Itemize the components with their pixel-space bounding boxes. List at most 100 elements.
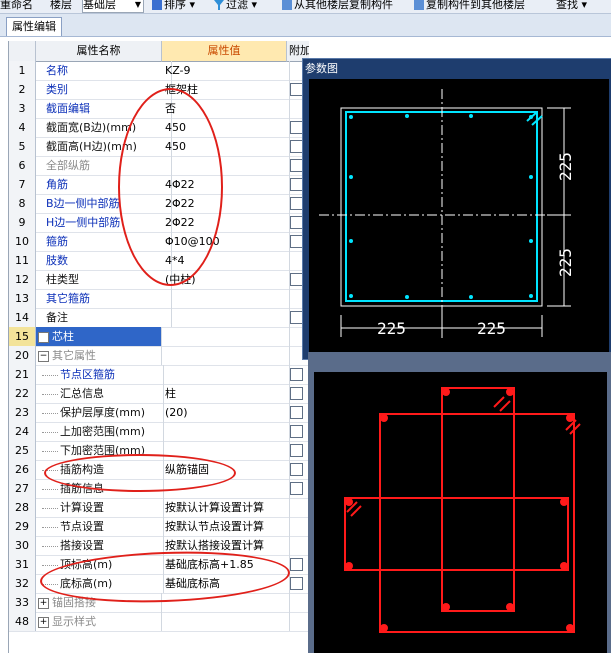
rebar-point — [405, 295, 409, 299]
property-name: 计算设置 — [60, 501, 104, 514]
row-number: 4 — [9, 118, 36, 137]
expand-icon[interactable]: + — [38, 597, 49, 609]
hook-top-right — [493, 396, 511, 412]
filter-icon — [214, 0, 224, 10]
property-name: B边一侧中部筋 — [46, 197, 120, 210]
property-value[interactable] — [162, 422, 290, 441]
table-row[interactable]: 1 名称 KZ-9 — [9, 61, 309, 81]
row-number: 5 — [9, 137, 36, 156]
property-name: 保护层厚度(mm) — [60, 406, 146, 419]
table-row[interactable]: 13 其它箍筋 — [9, 289, 309, 309]
property-name-cell: 保护层厚度(mm) — [36, 403, 164, 422]
table-row[interactable]: 24 上加密范围(mm) — [9, 422, 309, 442]
table-row[interactable]: 23 保护层厚度(mm) (20) — [9, 403, 309, 423]
attach-checkbox[interactable] — [290, 387, 303, 400]
property-value[interactable] — [162, 289, 290, 308]
row-number: 12 — [9, 270, 36, 289]
property-value[interactable]: (20) — [162, 403, 290, 422]
attach-checkbox[interactable] — [290, 463, 303, 476]
rebar-point — [349, 239, 353, 243]
annotation-ellipse — [118, 88, 223, 286]
rebar-point — [560, 562, 568, 570]
property-value[interactable]: KZ-9 — [162, 61, 290, 80]
property-value[interactable] — [162, 612, 290, 631]
property-name: 其它属性 — [52, 349, 96, 362]
header-value: 属性值 — [162, 41, 287, 62]
sort-label: 排序 — [164, 0, 186, 11]
property-value[interactable]: 柱 — [162, 384, 290, 403]
row-number: 26 — [9, 460, 36, 479]
table-row[interactable]: 15 + 芯柱 — [9, 327, 309, 347]
copy-icon — [282, 0, 292, 10]
property-value[interactable]: 按默认节点设置计算 — [162, 517, 290, 536]
floor-select[interactable]: 基础层 ▼ — [82, 0, 144, 13]
table-row[interactable]: 28 计算设置 按默认计算设置计算 — [9, 498, 309, 518]
property-name-cell: 备注 — [36, 308, 172, 327]
dim-bottom-right: 225 — [477, 319, 506, 338]
sort-button[interactable]: 排序 ▾ — [152, 0, 195, 12]
tab-property-edit[interactable]: 属性编辑 — [6, 17, 62, 36]
property-value[interactable] — [162, 346, 290, 365]
attach-checkbox[interactable] — [290, 406, 303, 419]
expand-icon[interactable]: + — [38, 616, 49, 628]
attach-checkbox[interactable] — [290, 368, 303, 381]
property-value[interactable] — [162, 308, 290, 327]
property-name: 节点区箍筋 — [60, 368, 115, 381]
sort-icon — [152, 0, 162, 10]
property-name: 截面编辑 — [46, 102, 90, 115]
row-number: 15 — [9, 327, 36, 346]
rebar-point — [529, 294, 533, 298]
collapse-icon[interactable]: − — [38, 350, 49, 362]
table-row[interactable]: 20− 其它属性 — [9, 346, 309, 366]
tree-line — [42, 374, 58, 376]
table-row[interactable]: 29 节点设置 按默认节点设置计算 — [9, 517, 309, 537]
rebar-point — [442, 388, 450, 396]
attach-checkbox[interactable] — [290, 482, 303, 495]
row-number: 29 — [9, 517, 36, 536]
property-name: 上加密范围(mm) — [60, 425, 146, 438]
rename-button[interactable]: 重命名 — [0, 0, 33, 12]
rebar-point — [529, 239, 533, 243]
property-value[interactable]: 按默认计算设置计算 — [162, 498, 290, 517]
rebar-point — [506, 388, 514, 396]
property-name: 类别 — [46, 83, 68, 96]
tree-line — [42, 412, 58, 414]
tree-line — [42, 431, 58, 433]
row-number: 27 — [9, 479, 36, 498]
attach-checkbox[interactable] — [290, 558, 303, 571]
table-row[interactable]: 14 备注 — [9, 308, 309, 328]
copy-from-floor-button[interactable]: 从其他楼层复制构件 — [282, 0, 393, 12]
find-button[interactable]: 查找 ▾ — [556, 0, 587, 12]
row-number: 30 — [9, 536, 36, 555]
filter-button[interactable]: 过滤 ▾ — [214, 0, 257, 12]
table-row[interactable]: 48 + 显示样式 — [9, 612, 309, 632]
property-value[interactable] — [162, 327, 290, 346]
copy-to-floor-button[interactable]: 复制构件到其他楼层 — [414, 0, 525, 12]
property-value[interactable] — [162, 365, 290, 384]
stirrup-diagram-panel — [308, 352, 611, 653]
tab-bar: 属性编辑 — [0, 14, 611, 37]
rebar-point — [349, 294, 353, 298]
section-diagram: 225 225 225 225 — [319, 89, 575, 339]
find-label: 查找 — [556, 0, 578, 11]
rebar-point — [380, 414, 388, 422]
property-name-cell: 汇总信息 — [36, 384, 164, 403]
rebar-point — [442, 603, 450, 611]
rebar-points — [349, 114, 533, 299]
filter-label: 过滤 — [226, 0, 248, 11]
rebar-point — [469, 114, 473, 118]
table-row[interactable]: 21 节点区箍筋 — [9, 365, 309, 385]
attach-checkbox[interactable] — [290, 577, 303, 590]
property-name-cell: 名称 — [36, 61, 172, 80]
stirrup-inner-vertical — [441, 387, 515, 612]
rebar-point — [469, 295, 473, 299]
attach-checkbox[interactable] — [290, 425, 303, 438]
row-number: 6 — [9, 156, 36, 175]
table-row[interactable]: 22 汇总信息 柱 — [9, 384, 309, 404]
attach-checkbox[interactable] — [290, 444, 303, 457]
rebar-point — [349, 175, 353, 179]
stirrup-diagram — [344, 387, 581, 633]
chevron-down-icon: ▼ — [134, 0, 141, 9]
row-number: 23 — [9, 403, 36, 422]
expand-icon[interactable]: + — [38, 331, 49, 343]
